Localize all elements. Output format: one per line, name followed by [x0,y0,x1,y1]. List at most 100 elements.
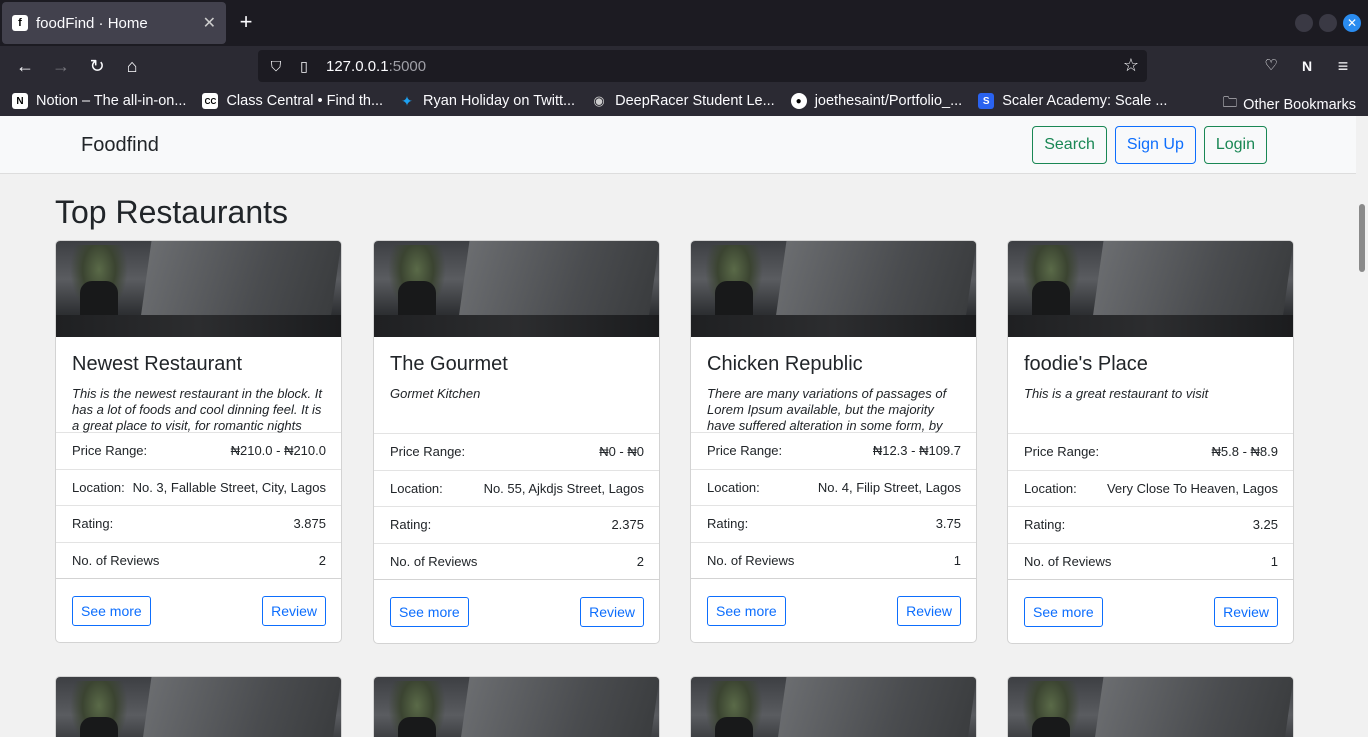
restaurant-image [691,677,976,737]
bookmark-label: joethesaint/Portfolio_... [814,93,963,109]
bookmark-item[interactable]: ✦ Ryan Holiday on Twitt... [399,92,576,110]
restaurant-card [1007,676,1294,737]
restaurant-image [1008,241,1293,337]
rating-value: 2.375 [611,517,644,533]
bookmark-item[interactable]: N Notion – The all-in-on... [12,93,186,109]
page-icon: ▯ [300,57,308,74]
other-bookmarks[interactable]: 🗀 Other Bookmarks [1223,92,1356,117]
new-tab-button[interactable]: + [234,10,258,34]
maximize-button[interactable] [1319,14,1337,32]
review-button[interactable]: Review [262,595,326,626]
other-bookmarks-label: Other Bookmarks [1243,96,1356,113]
restaurant-card: Chicken Republic There are many variatio… [690,240,977,643]
bookmark-item[interactable]: ● joethesaint/Portfolio_... [790,93,963,109]
restaurant-description: This is a great restaurant to visit [1024,386,1209,401]
back-button[interactable]: ← [13,54,37,78]
restaurant-card [55,676,342,737]
nav-buttons: Search Sign Up Login [1032,126,1267,164]
notion-icon: N [12,93,28,109]
shield-icon[interactable]: ⛉ [266,58,286,75]
menu-icon[interactable]: ≡ [1331,54,1355,78]
rating-value: 3.75 [935,516,961,532]
forward-button[interactable]: → [49,54,73,78]
location-label: Location: [72,479,125,495]
restaurant-description: This is the newest restaurant in the blo… [72,386,323,433]
url-text: 127.0.0.1:5000 [326,58,426,75]
bookmark-item[interactable]: CC Class Central • Find th... [202,93,383,109]
reviews-label: No. of Reviews [1024,553,1112,569]
reviews-value: 1 [1270,553,1278,569]
minimize-button[interactable] [1295,14,1313,32]
restaurant-card: The Gourmet Gormet Kitchen Price Range: ₦… [373,240,660,644]
location-row: Location: Very Close To Heaven, Lagos [1008,469,1293,507]
review-button[interactable]: Review [580,596,644,627]
signup-button[interactable]: Sign Up [1114,126,1196,164]
home-button[interactable]: ⌂ [120,54,144,78]
bookmark-item[interactable]: S Scaler Academy: Scale ... [978,93,1167,109]
restaurant-image [56,241,341,337]
reviews-value: 2 [636,553,644,569]
price-value: ₦5.8 - ₦8.9 [1211,444,1278,460]
rating-row: Rating: 2.375 [374,506,659,543]
restaurant-image [56,677,341,737]
price-value: ₦210.0 - ₦210.0 [230,443,326,459]
reload-button[interactable]: ↻ [85,54,109,78]
page-scrollbar[interactable] [1356,116,1368,737]
rating-row: Rating: 3.25 [1008,506,1293,543]
reviews-row: No. of Reviews 1 [691,541,976,579]
restaurant-card [373,676,660,737]
rating-value: 3.875 [293,516,326,532]
restaurant-card: foodie's Place This is a great restauran… [1007,240,1294,644]
restaurant-name: foodie's Place [1024,353,1148,375]
classcentral-icon: CC [202,93,219,109]
pocket-icon[interactable]: ♡ [1259,54,1283,78]
github-icon: ● [790,93,807,109]
login-button[interactable]: Login [1203,126,1267,164]
search-button[interactable]: Search [1032,126,1107,164]
price-label: Price Range: [390,444,466,460]
reviews-value: 2 [318,552,326,568]
see-more-button[interactable]: See more [72,595,151,626]
address-bar[interactable]: ⛉ ▯ 127.0.0.1:5000 ☆ [258,50,1147,82]
reviews-row: No. of Reviews 2 [374,542,659,580]
scaler-icon: S [978,93,995,109]
see-more-button[interactable]: See more [1024,596,1103,627]
page-title: Top Restaurants [55,194,289,230]
rating-row: Rating: 3.75 [691,505,976,542]
see-more-button[interactable]: See more [390,596,469,627]
rating-label: Rating: [390,517,432,533]
bookmark-label: Notion – The all-in-on... [36,93,187,109]
location-row: Location: No. 3, Fallable Street, City, L… [56,468,341,506]
scrollbar-thumb[interactable] [1359,204,1365,272]
notion-extension-icon[interactable]: N [1295,54,1319,78]
rating-label: Rating: [1024,517,1066,533]
location-row: Location: No. 55, Ajkdjs Street, Lagos [374,469,659,507]
reviews-label: No. of Reviews [72,552,160,568]
tab-home[interactable]: f foodFind · Home ✕ [2,2,226,44]
rating-value: 3.25 [1252,517,1278,533]
price-row: Price Range: ₦210.0 - ₦210.0 [56,432,341,469]
bookmark-item[interactable]: ◉ DeepRacer Student Le... [591,93,774,109]
bookmark-label: Ryan Holiday on Twitt... [423,93,576,109]
see-more-button[interactable]: See more [707,595,786,626]
price-row: Price Range: ₦5.8 - ₦8.9 [1008,433,1293,470]
bookmark-star-icon[interactable]: ☆ [1123,55,1139,76]
review-button[interactable]: Review [897,595,961,626]
price-label: Price Range: [1024,444,1100,460]
url-host: 127.0.0.1 [326,57,389,75]
restaurant-description: There are many variations of passages of… [707,386,947,433]
review-button[interactable]: Review [1214,596,1278,627]
restaurant-name: Chicken Republic [707,353,863,375]
rating-label: Rating: [707,516,749,532]
twitter-icon: ✦ [401,92,413,109]
tab-title: foodFind · Home [36,14,148,32]
location-label: Location: [390,480,443,496]
close-tab-icon[interactable]: ✕ [203,13,216,33]
location-value: Very Close To Heaven, Lagos [1106,480,1278,496]
web-page: Foodfind Search Sign Up Login Top Restau… [0,116,1356,737]
site-navbar: Foodfind Search Sign Up Login [0,116,1356,174]
tab-bar: f foodFind · Home ✕ + ✕ [0,0,1368,46]
close-window-button[interactable]: ✕ [1343,14,1361,32]
site-brand[interactable]: Foodfind [81,134,159,157]
price-value: ₦12.3 - ₦109.7 [872,443,961,459]
